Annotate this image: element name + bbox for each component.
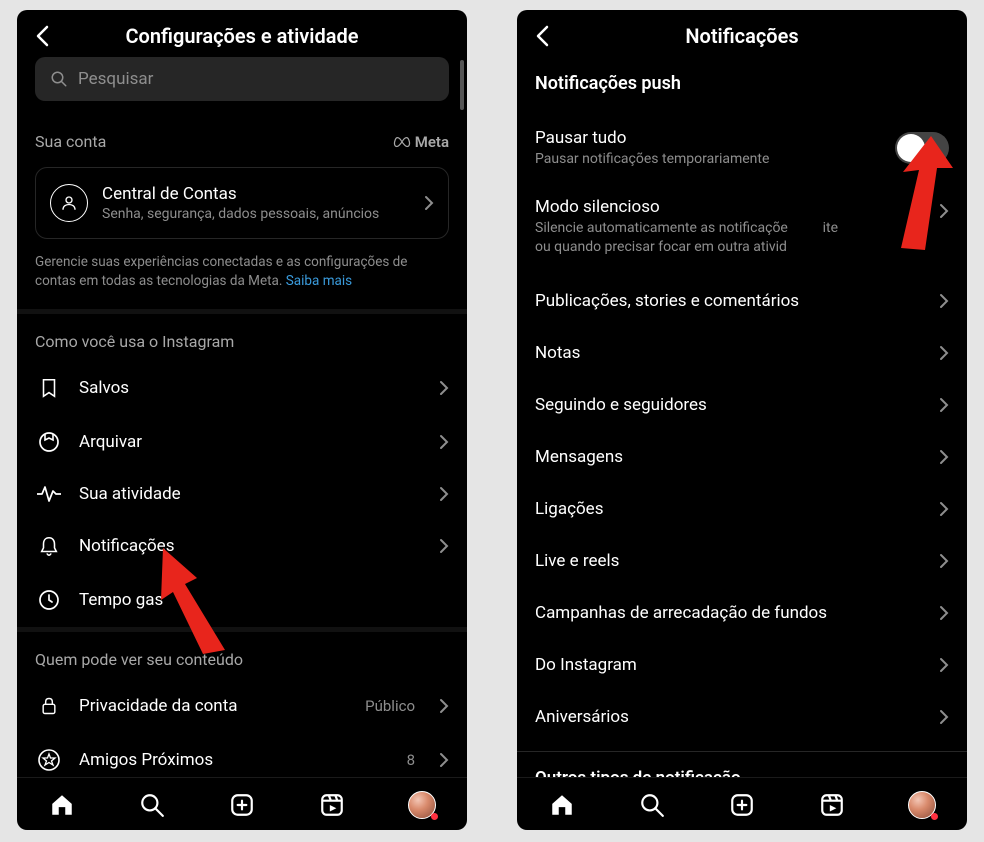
- chevron-right-icon: [939, 293, 949, 309]
- item-live-reels[interactable]: Live e reels: [535, 535, 949, 587]
- meta-icon: [393, 136, 411, 148]
- nav-create[interactable]: [227, 790, 257, 820]
- search-input[interactable]: Pesquisar: [35, 57, 449, 101]
- lock-icon: [35, 694, 63, 718]
- item-notes[interactable]: Notas: [535, 327, 949, 379]
- page-title: Notificações: [685, 24, 798, 48]
- section-usage-label: Como você usa o Instagram: [35, 314, 449, 361]
- item-fundraisers[interactable]: Campanhas de arrecadação de fundos: [535, 587, 949, 639]
- card-subtitle: Senha, segurança, dados pessoais, anúnci…: [102, 206, 410, 222]
- nav-search[interactable]: [637, 790, 667, 820]
- menu-close-friends[interactable]: Amigos Próximos 8: [35, 733, 449, 777]
- menu-value: Público: [365, 697, 415, 715]
- chevron-right-icon: [439, 752, 449, 768]
- item-messages[interactable]: Mensagens: [535, 431, 949, 483]
- chevron-right-icon: [439, 538, 449, 554]
- star-icon: [35, 748, 63, 772]
- header: Notificações: [517, 10, 967, 57]
- chevron-right-icon: [939, 605, 949, 621]
- menu-archive[interactable]: Arquivar: [35, 415, 449, 469]
- annotation-arrow: [147, 540, 267, 660]
- pause-title: Pausar tudo: [535, 128, 885, 148]
- archive-icon: [35, 430, 63, 454]
- item-posts-stories[interactable]: Publicações, stories e comentários: [535, 275, 949, 327]
- item-following[interactable]: Seguindo e seguidores: [535, 379, 949, 431]
- bell-icon: [35, 534, 63, 558]
- nav-create[interactable]: [727, 790, 757, 820]
- menu-saved[interactable]: Salvos: [35, 361, 449, 415]
- avatar-icon: [408, 791, 436, 819]
- item-calls[interactable]: Ligações: [535, 483, 949, 535]
- item-from-instagram[interactable]: Do Instagram: [535, 639, 949, 691]
- header: Configurações e atividade: [17, 10, 467, 57]
- nav-search[interactable]: [137, 790, 167, 820]
- chevron-right-icon: [939, 449, 949, 465]
- scrollbar[interactable]: [460, 60, 464, 110]
- search-icon: [50, 70, 68, 88]
- back-button[interactable]: [535, 25, 549, 47]
- avatar-icon: [908, 791, 936, 819]
- nav-profile[interactable]: [407, 790, 437, 820]
- bookmark-icon: [35, 376, 63, 400]
- card-title: Central de Contas: [102, 184, 410, 204]
- chevron-right-icon: [439, 486, 449, 502]
- nav-home[interactable]: [547, 790, 577, 820]
- chevron-right-icon: [439, 434, 449, 450]
- menu-privacy[interactable]: Privacidade da conta Público: [35, 679, 449, 733]
- learn-more-link[interactable]: Saiba mais: [286, 273, 352, 289]
- person-icon: [50, 184, 88, 222]
- accounts-center-card[interactable]: Central de Contas Senha, segurança, dado…: [35, 167, 449, 239]
- bottom-nav: [517, 777, 967, 830]
- menu-activity[interactable]: Sua atividade: [35, 469, 449, 519]
- chevron-right-icon: [939, 501, 949, 517]
- clock-icon: [35, 588, 63, 612]
- nav-profile[interactable]: [907, 790, 937, 820]
- chevron-right-icon: [439, 380, 449, 396]
- chevron-right-icon: [439, 698, 449, 714]
- menu-value: 8: [407, 751, 415, 769]
- page-title: Configurações e atividade: [125, 24, 358, 48]
- chevron-right-icon: [939, 397, 949, 413]
- back-button[interactable]: [35, 25, 49, 47]
- section-account-header: Sua conta Meta: [35, 126, 449, 167]
- chevron-right-icon: [939, 657, 949, 673]
- pause-subtitle: Pausar notificações temporariamente: [535, 150, 885, 169]
- chevron-right-icon: [939, 345, 949, 361]
- phone-notifications: Notificações Notificações push Pausar tu…: [517, 10, 967, 830]
- nav-home[interactable]: [47, 790, 77, 820]
- phone-settings: Configurações e atividade Pesquisar Sua …: [17, 10, 467, 830]
- annotation-arrow: [849, 128, 959, 258]
- bottom-nav: [17, 777, 467, 830]
- content-area: Pesquisar Sua conta Meta Central de Cont…: [17, 57, 467, 777]
- chevron-right-icon: [939, 553, 949, 569]
- nav-reels[interactable]: [317, 790, 347, 820]
- push-section-title: Notificações push: [535, 57, 949, 114]
- nav-reels[interactable]: [817, 790, 847, 820]
- item-birthdays[interactable]: Aniversários: [535, 691, 949, 743]
- account-info-text: Gerencie suas experiências conectadas e …: [35, 253, 449, 309]
- other-section-title: Outros tipos de notificação: [535, 752, 949, 777]
- search-placeholder: Pesquisar: [78, 69, 153, 89]
- section-label: Sua conta: [35, 132, 106, 151]
- chevron-right-icon: [939, 709, 949, 725]
- activity-icon: [35, 484, 63, 504]
- meta-logo: Meta: [393, 133, 449, 151]
- chevron-right-icon: [424, 195, 434, 211]
